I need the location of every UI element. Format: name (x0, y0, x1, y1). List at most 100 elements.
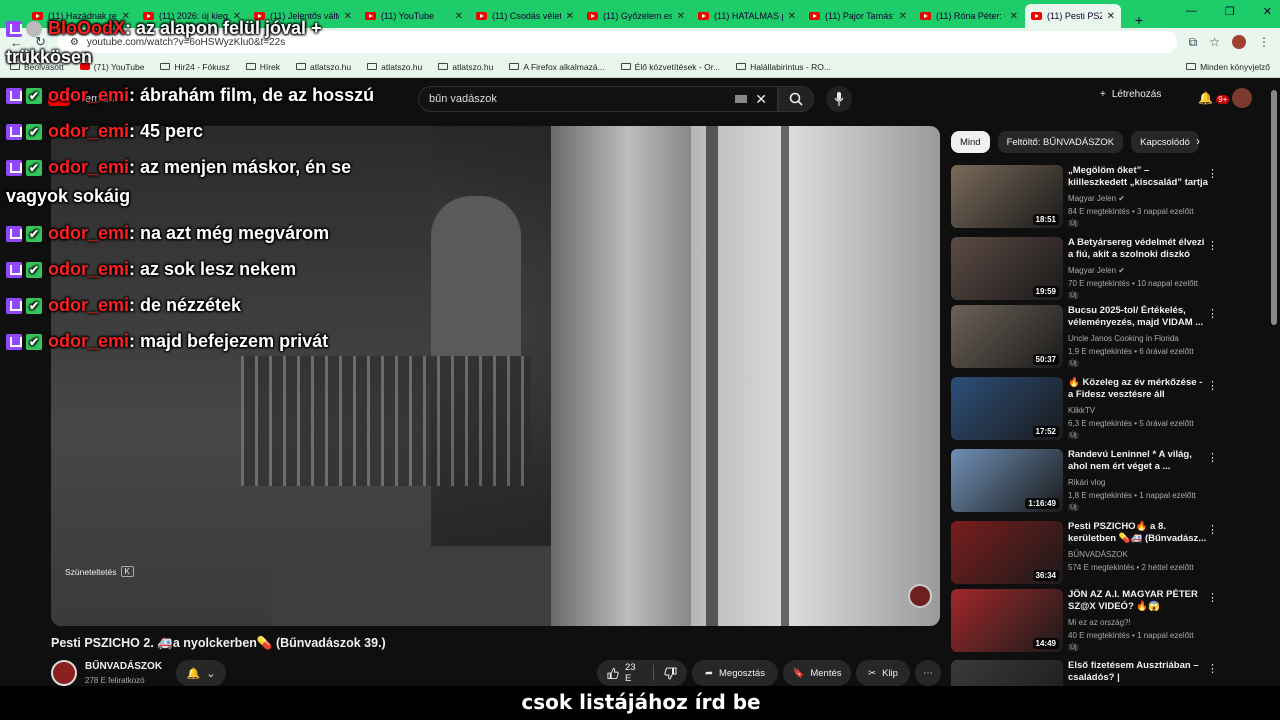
recommended-video[interactable]: 19:59 A Betyársereg védelmét élvezi a fiú… (951, 237, 1263, 301)
recommended-video-title[interactable]: Randevú Leninnel * A világ, ahol nem ért… (1068, 449, 1208, 473)
voice-search-button[interactable] (826, 86, 852, 112)
more-dots-icon[interactable]: ⋮ (1207, 307, 1218, 320)
browser-tab[interactable]: (11) Csodás véletl ✕ (470, 4, 580, 28)
recommended-video[interactable]: 1:16:49 Randevú Leninnel * A világ, ahol … (951, 449, 1263, 513)
all-bookmarks-button[interactable]: Minden könyvjelző (1186, 62, 1270, 72)
more-dots-icon[interactable]: ⋮ (1207, 451, 1218, 464)
browser-tab[interactable]: (11) HATALMAS p ✕ (692, 4, 802, 28)
account-avatar[interactable] (1232, 88, 1252, 108)
bookmark-item[interactable]: Hírek (245, 62, 280, 72)
chat-message: ✔ odor_emi: ábrahám film, de az hosszú (6, 85, 374, 106)
close-icon[interactable]: ✕ (566, 11, 574, 22)
more-dots-icon[interactable]: ⋮ (1207, 379, 1218, 392)
bookmark-item[interactable]: atlatszo.hu (296, 62, 351, 72)
video-thumbnail[interactable]: 50:37 (951, 305, 1063, 368)
scrollbar-thumb[interactable] (1271, 90, 1277, 325)
video-player[interactable]: Szüneteltetés K (51, 126, 940, 626)
twitch-icon (6, 159, 22, 176)
chip-all[interactable]: Mind (951, 131, 990, 153)
channel-name[interactable]: BŰNVADÁSZOK (85, 661, 162, 672)
recommended-video-title[interactable]: Első fizetésem Ausztriában – családós? |… (1068, 660, 1208, 684)
video-thumbnail[interactable]: 18:51 (951, 165, 1063, 228)
channel-watermark[interactable] (908, 584, 932, 608)
recommended-video-title[interactable]: „Megölöm őket” – kiilleszkedett „kiscsal… (1068, 165, 1208, 189)
like-button[interactable]: 23 E (597, 660, 653, 686)
recommended-video-title[interactable]: 🔥 Közeleg az év mérkőzése - a Fidesz ves… (1068, 377, 1208, 401)
recommended-video-title[interactable]: A Betyársereg védelmét élvezi a fiú, aki… (1068, 237, 1208, 261)
recommended-video-title[interactable]: Pesti PSZICHO🔥 a 8. kerületben 💊🚑 (Bűnva… (1068, 521, 1208, 545)
browser-tab[interactable]: (11) YouTube ✕ (359, 4, 469, 28)
video-thumbnail[interactable]: 14:49 (951, 589, 1063, 652)
video-thumbnail[interactable]: 19:59 (951, 237, 1063, 300)
recommended-video[interactable]: 17:52 🔥 Közeleg az év mérkőzése - a Fides… (951, 377, 1263, 441)
browser-tab[interactable]: (11) Pajor Tamás: T✕ (803, 4, 913, 28)
close-icon[interactable]: ✕ (344, 11, 352, 22)
new-tab-button[interactable]: + (1128, 12, 1150, 28)
more-actions-button[interactable]: ⋯ (915, 660, 941, 686)
save-button[interactable]: 🔖 Mentés (783, 660, 851, 686)
video-thumbnail[interactable]: 1:16:49 (951, 449, 1063, 512)
menu-dots-icon[interactable]: ⋮ (1258, 35, 1270, 49)
close-icon[interactable]: ✕ (788, 11, 796, 22)
bookmark-item[interactable]: atlatszo.hu (438, 62, 493, 72)
subscription-bell-button[interactable]: 🔔 ⌄ (176, 660, 226, 686)
close-icon[interactable]: ✕ (899, 11, 907, 22)
folder-icon (736, 63, 747, 70)
bookmark-item[interactable]: Hir24 - Fókusz (160, 62, 230, 72)
close-icon[interactable]: ✕ (1010, 11, 1018, 22)
search-input[interactable]: bűn vadászok ✕ (418, 86, 778, 112)
duration-badge: 19:59 (1032, 286, 1059, 297)
bookmark-item[interactable]: Élő közvetítések - Or... (620, 62, 720, 72)
close-icon[interactable]: ✕ (455, 11, 463, 22)
recommended-video[interactable]: 50:37 Bucsu 2025-tol/ Értékelés, vélemény… (951, 305, 1263, 369)
more-dots-icon[interactable]: ⋮ (1207, 167, 1218, 180)
folder-icon (367, 63, 378, 70)
recommended-video[interactable]: 18:51 „Megölöm őket” – kiilleszkedett „ki… (951, 165, 1263, 229)
recommended-video-channel[interactable]: KlikkTV (1068, 406, 1095, 415)
chevron-right-icon[interactable]: › (1196, 134, 1200, 148)
clear-search-icon[interactable]: ✕ (755, 91, 767, 108)
dislike-button[interactable] (654, 660, 687, 686)
keyboard-icon[interactable] (735, 95, 748, 103)
video-thumbnail[interactable]: 17:52 (951, 377, 1063, 440)
recommended-video-title[interactable]: Bucsu 2025-tol/ Értékelés, véleményezés,… (1068, 305, 1208, 329)
bookmark-item[interactable]: atlatszo.hu (367, 62, 422, 72)
recommended-video-channel[interactable]: Rikári vlog (1068, 478, 1105, 487)
bookmark-item[interactable]: Halállabirintus - RO... (736, 62, 831, 72)
page-scrollbar[interactable] (1270, 90, 1278, 690)
chip-related[interactable]: Kapcsolódó (1131, 131, 1199, 153)
maximize-icon[interactable]: ❐ (1225, 5, 1235, 18)
recommended-video-channel[interactable]: BŰNVADÁSZOK (1068, 550, 1128, 559)
more-dots-icon[interactable]: ⋮ (1207, 523, 1218, 536)
more-dots-icon[interactable]: ⋮ (1207, 662, 1218, 675)
notifications-button[interactable]: 🔔 9+ (1198, 91, 1230, 105)
search-button[interactable] (778, 86, 814, 112)
close-window-icon[interactable]: ✕ (1263, 5, 1272, 18)
clip-button[interactable]: ✂ Klip (856, 660, 910, 686)
more-dots-icon[interactable]: ⋮ (1207, 591, 1218, 604)
channel-avatar[interactable] (51, 660, 77, 686)
recommended-video-channel[interactable]: Magyar Jelen ✔ (1068, 194, 1125, 203)
close-icon[interactable]: ✕ (1107, 11, 1115, 22)
install-icon[interactable]: ⧉ (1189, 35, 1198, 50)
share-button[interactable]: ➦ Megosztás (692, 660, 778, 686)
recommended-video-channel[interactable]: Magyar Jelen ✔ (1068, 266, 1125, 275)
browser-tab[interactable]: (11) Győzelem esé ✕ (581, 4, 691, 28)
bookmark-item[interactable]: A Firefox alkalmazá... (509, 62, 605, 72)
recommended-video-title[interactable]: JÖN AZ A.I. MAGYAR PÉTER SZ@X VIDEÓ? 🔥😱 (1068, 589, 1208, 613)
chat-message: BloOodX: az alapon felül jóval + (6, 18, 322, 39)
chip-uploader[interactable]: Feltöltő: BŰNVADÁSZOK (997, 131, 1124, 153)
browser-tab-active[interactable]: (11) Pesti PSZI ✕ (1025, 4, 1121, 28)
browser-tab[interactable]: (11) Róna Péter: O ✕ (914, 4, 1024, 28)
create-button[interactable]: + Létrehozás (1100, 89, 1161, 100)
recommended-video-channel[interactable]: Uncle Janos Cooking in Florida (1068, 334, 1179, 343)
bookmark-star-icon[interactable]: ☆ (1209, 35, 1220, 49)
more-dots-icon[interactable]: ⋮ (1207, 239, 1218, 252)
recommended-video-channel[interactable]: Mi ez az ország?! (1068, 618, 1131, 627)
profile-avatar[interactable] (1232, 35, 1246, 49)
close-icon[interactable]: ✕ (677, 11, 685, 22)
recommended-video[interactable]: 14:49 JÖN AZ A.I. MAGYAR PÉTER SZ@X VIDEÓ… (951, 589, 1263, 653)
video-thumbnail[interactable]: 36:34 (951, 521, 1063, 584)
recommended-video[interactable]: 36:34 Pesti PSZICHO🔥 a 8. kerületben 💊🚑 (… (951, 521, 1263, 585)
minimize-icon[interactable]: — (1186, 5, 1197, 18)
